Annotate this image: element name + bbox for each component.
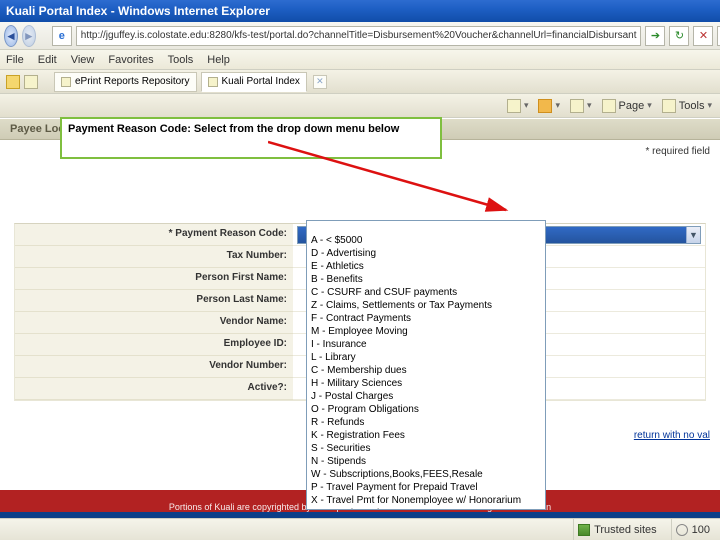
dropdown-option[interactable]: X - Travel Pmt for Nonemployee w/ Honora… (307, 494, 545, 507)
address-bar[interactable]: http://jguffey.is.colostate.edu:8280/kfs… (76, 26, 642, 46)
status-zoom[interactable]: 100 (671, 519, 714, 540)
dropdown-option[interactable]: Z - Claims, Settlements or Tax Payments (307, 299, 545, 312)
tab-icon (61, 77, 71, 87)
window-title: Kuali Portal Index - Windows Internet Ex… (6, 4, 270, 18)
label-active: Active?: (15, 378, 293, 400)
refresh-button[interactable]: ↻ (669, 26, 689, 46)
return-no-value-link[interactable]: return with no val (634, 430, 710, 441)
dropdown-option[interactable] (307, 221, 545, 234)
feed-icon (538, 99, 552, 113)
status-trusted-label: Trusted sites (594, 524, 657, 536)
stop-button[interactable]: ✕ (693, 26, 713, 46)
feeds-button[interactable]: ▾ (538, 99, 560, 113)
callout-text: Payment Reason Code: Select from the dro… (68, 123, 399, 135)
dropdown-option[interactable]: K - Registration Fees (307, 429, 545, 442)
tab-label: ePrint Reports Repository (75, 76, 190, 87)
tools-icon (662, 99, 676, 113)
nav-row: ◄ ► e http://jguffey.is.colostate.edu:82… (0, 22, 720, 50)
page-icon (602, 99, 616, 113)
forward-button[interactable]: ► (22, 25, 36, 47)
menu-file[interactable]: File (6, 54, 24, 66)
tab-icon (208, 77, 218, 87)
dropdown-option[interactable]: A - < $5000 (307, 234, 545, 247)
favorites-icon[interactable] (6, 75, 20, 89)
dropdown-option[interactable]: C - CSURF and CSUF payments (307, 286, 545, 299)
toolbar-row: ▾ ▾ ▾ Page▾ Tools▾ (0, 94, 720, 118)
menu-view[interactable]: View (71, 54, 95, 66)
toolbar-label: Tools (679, 100, 705, 112)
url-text: http://jguffey.is.colostate.edu:8280/kfs… (81, 30, 637, 41)
status-zoom-value: 100 (692, 524, 710, 536)
payment-reason-dropdown-list[interactable]: A - < $5000D - AdvertisingE - AthleticsB… (306, 220, 546, 510)
menu-favorites[interactable]: Favorites (108, 54, 153, 66)
menu-bar: File Edit View Favorites Tools Help (0, 50, 720, 70)
menu-edit[interactable]: Edit (38, 54, 57, 66)
label-first: Person First Name: (15, 268, 293, 290)
shield-icon (578, 524, 590, 536)
dropdown-option[interactable]: T - Travel-Employee (307, 507, 545, 510)
dropdown-option[interactable]: S - Securities (307, 442, 545, 455)
dropdown-option[interactable]: D - Advertising (307, 247, 545, 260)
dropdown-option[interactable]: M - Employee Moving (307, 325, 545, 338)
chevron-down-icon: ▼ (686, 227, 700, 243)
dropdown-option[interactable]: P - Travel Payment for Prepaid Travel (307, 481, 545, 494)
label-last: Person Last Name: (15, 290, 293, 312)
tab-label: Kuali Portal Index (222, 76, 300, 87)
dropdown-option[interactable]: B - Benefits (307, 273, 545, 286)
dropdown-option[interactable]: J - Postal Charges (307, 390, 545, 403)
go-button[interactable]: ➔ (645, 26, 665, 46)
tab-kuali[interactable]: Kuali Portal Index (201, 72, 307, 92)
callout-box: Payment Reason Code: Select from the dro… (60, 117, 442, 159)
dropdown-option[interactable]: R - Refunds (307, 416, 545, 429)
dropdown-option[interactable]: N - Stipends (307, 455, 545, 468)
tools-menu[interactable]: Tools▾ (662, 99, 712, 113)
label-vendor: Vendor Name: (15, 312, 293, 334)
status-trusted: Trusted sites (573, 519, 661, 540)
tab-eprint[interactable]: ePrint Reports Repository (54, 72, 197, 92)
label-tax: Tax Number: (15, 246, 293, 268)
window-titlebar: Kuali Portal Index - Windows Internet Ex… (0, 0, 720, 22)
close-tab-icon[interactable]: ✕ (313, 75, 327, 89)
page-icon: e (52, 26, 72, 46)
label-payment-reason: Payment Reason Code: (15, 224, 293, 246)
add-favorites-icon[interactable] (24, 75, 38, 89)
back-button[interactable]: ◄ (4, 25, 18, 47)
menu-help[interactable]: Help (207, 54, 230, 66)
dropdown-option[interactable]: C - Membership dues (307, 364, 545, 377)
menu-tools[interactable]: Tools (168, 54, 194, 66)
dropdown-option[interactable]: O - Program Obligations (307, 403, 545, 416)
dropdown-option[interactable]: W - Subscriptions,Books,FEES,Resale (307, 468, 545, 481)
home-icon (507, 99, 521, 113)
dropdown-option[interactable]: L - Library (307, 351, 545, 364)
print-icon (570, 99, 584, 113)
label-emp: Employee ID: (15, 334, 293, 356)
dropdown-option[interactable]: E - Athletics (307, 260, 545, 273)
status-bar: Trusted sites 100 (0, 518, 720, 540)
home-button[interactable]: ▾ (507, 99, 529, 113)
dropdown-option[interactable]: I - Insurance (307, 338, 545, 351)
toolbar-label: Page (619, 100, 645, 112)
page-menu[interactable]: Page▾ (602, 99, 652, 113)
label-vnum: Vendor Number: (15, 356, 293, 378)
print-button[interactable]: ▾ (570, 99, 592, 113)
dropdown-option[interactable]: F - Contract Payments (307, 312, 545, 325)
tab-row: ePrint Reports Repository Kuali Portal I… (0, 70, 720, 94)
dropdown-option[interactable]: H - Military Sciences (307, 377, 545, 390)
zoom-icon (676, 524, 688, 536)
blue-divider (0, 512, 720, 518)
